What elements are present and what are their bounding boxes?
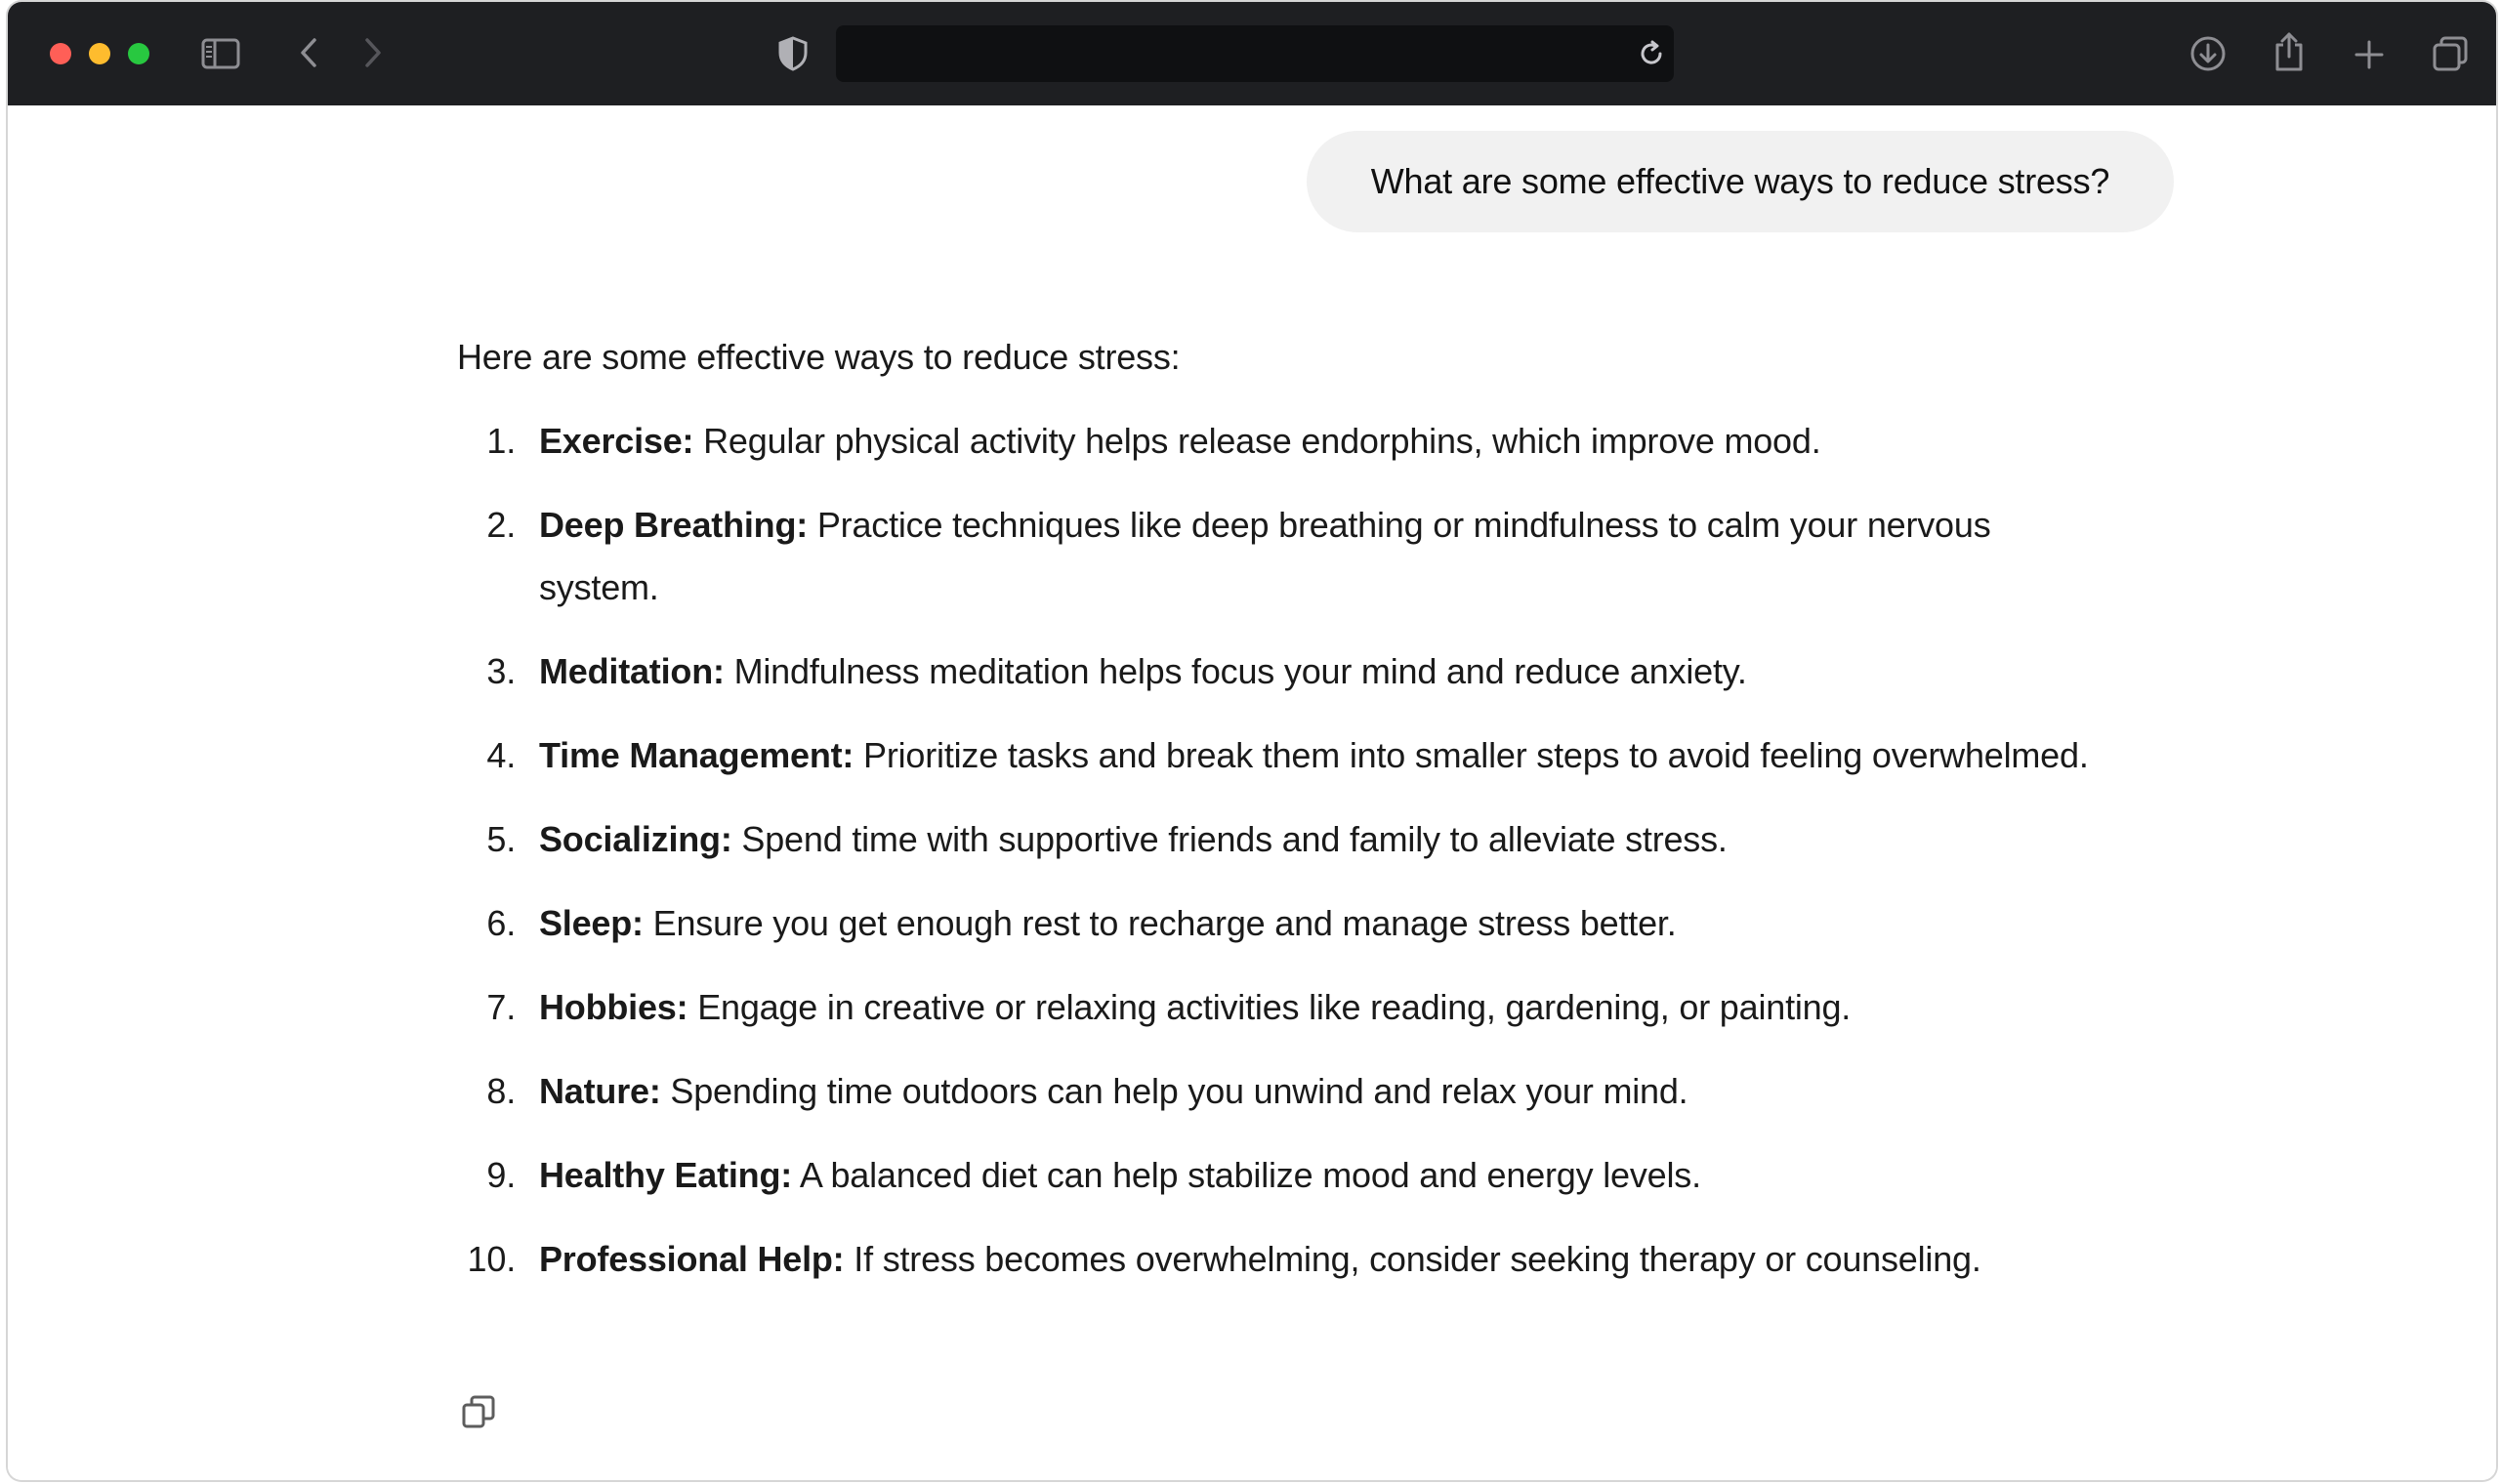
list-item-number: 5. xyxy=(486,819,516,859)
list-item-number: 4. xyxy=(486,735,516,775)
list-item-term: Socializing: xyxy=(539,819,732,859)
list-item-text: Spending time outdoors can help you unwi… xyxy=(660,1071,1688,1111)
user-message-text: What are some effective ways to reduce s… xyxy=(1370,161,2110,201)
list-item-text: Mindfulness meditation helps focus your … xyxy=(724,651,1747,691)
list-item: 9. Healthy Eating: A balanced diet can he… xyxy=(457,1144,2117,1207)
list-item-term: Meditation: xyxy=(539,651,725,691)
list-item: 5. Socializing: Spend time with supportiv… xyxy=(457,808,2117,871)
list-item-term: Professional Help: xyxy=(539,1239,845,1279)
list-item: 6. Sleep: Ensure you get enough rest to r… xyxy=(457,892,2117,955)
sidebar-icon[interactable] xyxy=(199,35,242,72)
list-item-text: Prioritize tasks and break them into sma… xyxy=(854,735,2089,775)
copy-icon[interactable] xyxy=(457,1390,500,1433)
list-item-text: Engage in creative or relaxing activitie… xyxy=(688,987,1852,1027)
list-item-term: Exercise: xyxy=(539,421,694,461)
list-item-term: Deep Breathing: xyxy=(539,505,809,545)
list-item-text: A balanced diet can help stabilize mood … xyxy=(792,1155,1701,1195)
list-item-text: Regular physical activity helps release … xyxy=(693,421,1821,461)
chevron-right-icon[interactable] xyxy=(355,33,391,72)
minimize-window-button[interactable] xyxy=(89,43,110,64)
list-item-term: Hobbies: xyxy=(539,987,688,1027)
chevron-left-icon[interactable] xyxy=(291,33,326,72)
list-item-term: Time Management: xyxy=(539,735,854,775)
stress-tips-list: 1. Exercise: Regular physical activity he… xyxy=(457,410,2117,1312)
chat-content: What are some effective ways to reduce s… xyxy=(8,105,2496,1480)
share-icon[interactable] xyxy=(2270,29,2309,74)
plus-icon[interactable] xyxy=(2350,35,2389,74)
list-item: 4. Time Management: Prioritize tasks and … xyxy=(457,724,2117,787)
list-item-text: If stress becomes overwhelming, consider… xyxy=(844,1239,1981,1279)
list-item: 8. Nature: Spending time outdoors can hel… xyxy=(457,1060,2117,1123)
assistant-intro: Here are some effective ways to reduce s… xyxy=(457,337,1181,377)
download-icon[interactable] xyxy=(2188,33,2229,74)
list-item-number: 7. xyxy=(486,987,516,1027)
close-window-button[interactable] xyxy=(50,43,71,64)
list-item-term: Healthy Eating: xyxy=(539,1155,793,1195)
list-item-number: 3. xyxy=(486,651,516,691)
list-item-text: Spend time with supportive friends and f… xyxy=(731,819,1728,859)
list-item-number: 9. xyxy=(486,1155,516,1195)
address-bar[interactable] xyxy=(836,25,1674,82)
tabs-icon[interactable] xyxy=(2430,33,2471,74)
list-item: 1. Exercise: Regular physical activity he… xyxy=(457,410,2117,473)
list-item: 10. Professional Help: If stress becomes … xyxy=(457,1228,2117,1291)
list-item: 7. Hobbies: Engage in creative or relaxin… xyxy=(457,976,2117,1039)
list-item-number: 2. xyxy=(486,505,516,545)
maximize-window-button[interactable] xyxy=(128,43,149,64)
list-item-text: Ensure you get enough rest to recharge a… xyxy=(643,903,1677,943)
list-item-number: 10. xyxy=(467,1239,517,1279)
list-item-term: Sleep: xyxy=(539,903,644,943)
list-item-number: 6. xyxy=(486,903,516,943)
list-item-number: 8. xyxy=(486,1071,516,1111)
shield-icon[interactable] xyxy=(773,33,812,74)
reload-icon[interactable] xyxy=(1637,39,1666,68)
browser-window: What are some effective ways to reduce s… xyxy=(8,2,2496,1480)
list-item-number: 1. xyxy=(486,421,516,461)
list-item: 3. Meditation: Mindfulness meditation hel… xyxy=(457,640,2117,703)
user-message-bubble: What are some effective ways to reduce s… xyxy=(1307,131,2174,232)
browser-toolbar xyxy=(8,2,2496,105)
list-item: 2. Deep Breathing: Practice techniques li… xyxy=(457,494,2117,619)
list-item-term: Nature: xyxy=(539,1071,661,1111)
